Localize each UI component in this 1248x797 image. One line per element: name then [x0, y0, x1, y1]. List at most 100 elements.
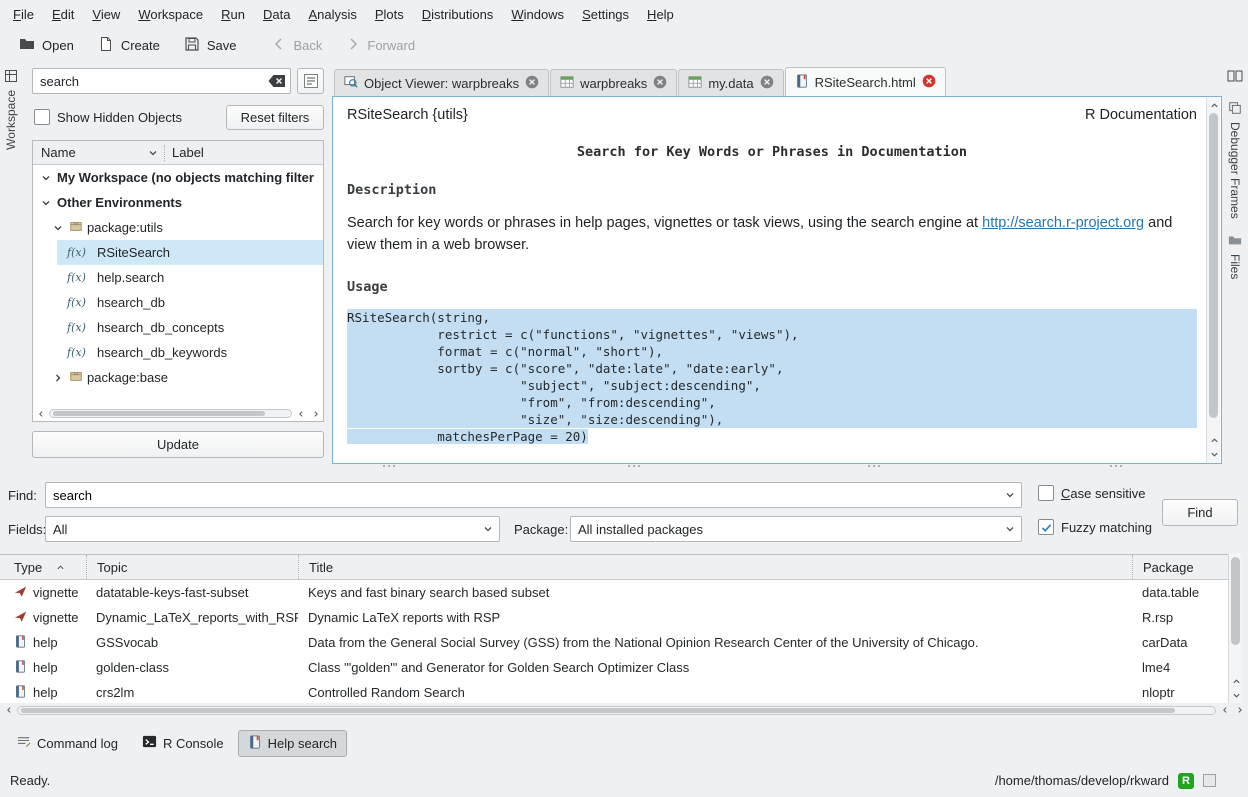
- tree-item-package-base[interactable]: package:base: [33, 365, 323, 390]
- tree-item-my-workspace[interactable]: My Workspace (no objects matching filter: [33, 165, 323, 190]
- tab-warpbreaks[interactable]: warpbreaks: [550, 69, 677, 96]
- scroll-left-icon[interactable]: [2, 704, 15, 717]
- chevron-down-icon[interactable]: [999, 524, 1021, 534]
- tab-help-search[interactable]: Help search: [238, 730, 347, 757]
- menu-workspace[interactable]: Workspace: [129, 3, 212, 26]
- splitter-handle[interactable]: [1110, 464, 1122, 469]
- splitter-handle[interactable]: [383, 464, 395, 469]
- scrollbar-thumb[interactable]: [21, 708, 1175, 713]
- fields-combobox[interactable]: All: [45, 516, 500, 542]
- reset-filters-button[interactable]: Reset filters: [226, 105, 324, 130]
- r-engine-status-icon[interactable]: R: [1178, 773, 1194, 789]
- find-input[interactable]: [46, 488, 999, 503]
- update-button[interactable]: Update: [32, 431, 324, 458]
- find-button[interactable]: Find: [1162, 499, 1238, 526]
- scroll-up-icon[interactable]: [1207, 99, 1221, 112]
- close-icon[interactable]: [922, 74, 936, 91]
- splitter-handle[interactable]: [868, 464, 880, 469]
- column-header-type[interactable]: Type: [0, 555, 86, 579]
- document-vertical-scrollbar[interactable]: [1206, 98, 1220, 462]
- column-header-name[interactable]: Name: [33, 145, 164, 160]
- tree-item-hsearch-db-concepts[interactable]: f(x) hsearch_db_concepts: [33, 315, 323, 340]
- split-view-icon[interactable]: [1227, 68, 1243, 87]
- tree-item-other-environments[interactable]: Other Environments: [33, 190, 323, 215]
- menu-data[interactable]: Data: [254, 3, 299, 26]
- close-icon[interactable]: [525, 75, 539, 92]
- open-button[interactable]: Open: [8, 31, 85, 60]
- table-row[interactable]: help GSSvocab Data from the General Soci…: [0, 630, 1228, 655]
- menu-edit[interactable]: Edit: [43, 3, 83, 26]
- column-header-label[interactable]: Label: [165, 145, 204, 160]
- table-row[interactable]: vignette Dynamic_LaTeX_reports_with_RSP …: [0, 605, 1228, 630]
- chevron-right-icon[interactable]: [51, 373, 65, 383]
- tab-rsitesearch-html[interactable]: RSiteSearch.html: [785, 67, 946, 96]
- fuzzy-matching-checkbox-row[interactable]: Fuzzy matching: [1038, 519, 1152, 535]
- sidebar-tab-files[interactable]: Files: [1228, 233, 1242, 279]
- sidebar-tab-workspace[interactable]: Workspace: [4, 90, 18, 150]
- scroll-right-icon[interactable]: [309, 407, 322, 420]
- table-row[interactable]: help crs2lm Controlled Random Search nlo…: [0, 680, 1228, 703]
- tree-item-hsearch-db-keywords[interactable]: f(x) hsearch_db_keywords: [33, 340, 323, 365]
- scroll-up-icon[interactable]: [1229, 675, 1243, 688]
- case-sensitive-checkbox[interactable]: [1038, 485, 1054, 501]
- menu-plots[interactable]: Plots: [366, 3, 413, 26]
- chevron-down-icon[interactable]: [477, 524, 499, 534]
- table-row[interactable]: help golden-class Class "'golden'" and G…: [0, 655, 1228, 680]
- results-horizontal-scrollbar[interactable]: [0, 703, 1248, 717]
- tree-item-package-utils[interactable]: package:utils: [33, 215, 323, 240]
- scrollbar-track[interactable]: [49, 409, 292, 418]
- tree-item-hsearch-db[interactable]: f(x) hsearch_db: [33, 290, 323, 315]
- tab-r-console[interactable]: R Console: [132, 729, 234, 757]
- tab-my-data[interactable]: my.data: [678, 69, 783, 96]
- column-header-topic[interactable]: Topic: [86, 555, 298, 579]
- close-icon[interactable]: [653, 75, 667, 92]
- tree-item-help-search[interactable]: f(x) help.search: [33, 265, 323, 290]
- fuzzy-matching-checkbox[interactable]: [1038, 519, 1054, 535]
- tree-horizontal-scrollbar[interactable]: [34, 407, 322, 420]
- sidebar-tab-debugger-frames[interactable]: Debugger Frames: [1228, 101, 1242, 219]
- tree-item-rsitesearch[interactable]: f(x) RSiteSearch: [33, 240, 323, 265]
- search-r-project-link[interactable]: http://search.r-project.org: [982, 215, 1144, 231]
- menu-help[interactable]: Help: [638, 3, 683, 26]
- create-button[interactable]: Create: [87, 31, 171, 60]
- results-vertical-scrollbar[interactable]: [1228, 554, 1242, 703]
- clear-search-icon[interactable]: [268, 74, 286, 91]
- workspace-search-input[interactable]: [32, 68, 291, 94]
- menu-file[interactable]: File: [4, 3, 43, 26]
- forward-button[interactable]: Forward: [335, 32, 426, 59]
- scrollbar-track[interactable]: [17, 706, 1216, 715]
- menu-view[interactable]: View: [83, 3, 129, 26]
- chevron-down-icon[interactable]: [999, 490, 1021, 500]
- package-combobox[interactable]: All installed packages: [570, 516, 1022, 542]
- search-options-button[interactable]: [297, 68, 324, 94]
- tab-command-log[interactable]: Command log: [6, 729, 128, 757]
- close-icon[interactable]: [760, 75, 774, 92]
- chevron-down-icon[interactable]: [146, 148, 160, 158]
- menu-distributions[interactable]: Distributions: [413, 3, 503, 26]
- column-header-package[interactable]: Package: [1132, 555, 1228, 579]
- scroll-down-icon[interactable]: [1229, 689, 1243, 702]
- chevron-down-icon[interactable]: [39, 198, 53, 208]
- tab-object-viewer-warpbreaks[interactable]: Object Viewer: warpbreaks: [334, 69, 549, 96]
- menu-analysis[interactable]: Analysis: [299, 3, 365, 26]
- table-row[interactable]: vignette datatable-keys-fast-subset Keys…: [0, 580, 1228, 605]
- scroll-left-icon[interactable]: [34, 407, 47, 420]
- chevron-down-icon[interactable]: [51, 223, 65, 233]
- scrollbar-thumb[interactable]: [1209, 113, 1218, 418]
- scrollbar-thumb[interactable]: [1231, 557, 1240, 645]
- scroll-right-icon[interactable]: [1233, 704, 1246, 717]
- column-header-title[interactable]: Title: [298, 555, 1132, 579]
- menu-windows[interactable]: Windows: [502, 3, 573, 26]
- save-button[interactable]: Save: [173, 31, 248, 60]
- show-hidden-checkbox[interactable]: [34, 109, 50, 125]
- splitter-handle[interactable]: [628, 464, 640, 469]
- chevron-down-icon[interactable]: [39, 173, 53, 183]
- menu-settings[interactable]: Settings: [573, 3, 638, 26]
- scroll-up-icon[interactable]: [1207, 434, 1221, 447]
- back-button[interactable]: Back: [261, 32, 333, 59]
- menu-run[interactable]: Run: [212, 3, 254, 26]
- find-combobox[interactable]: [45, 482, 1022, 508]
- scrollbar-thumb[interactable]: [53, 411, 265, 416]
- scroll-down-icon[interactable]: [1207, 448, 1221, 461]
- scroll-left-icon[interactable]: [294, 407, 307, 420]
